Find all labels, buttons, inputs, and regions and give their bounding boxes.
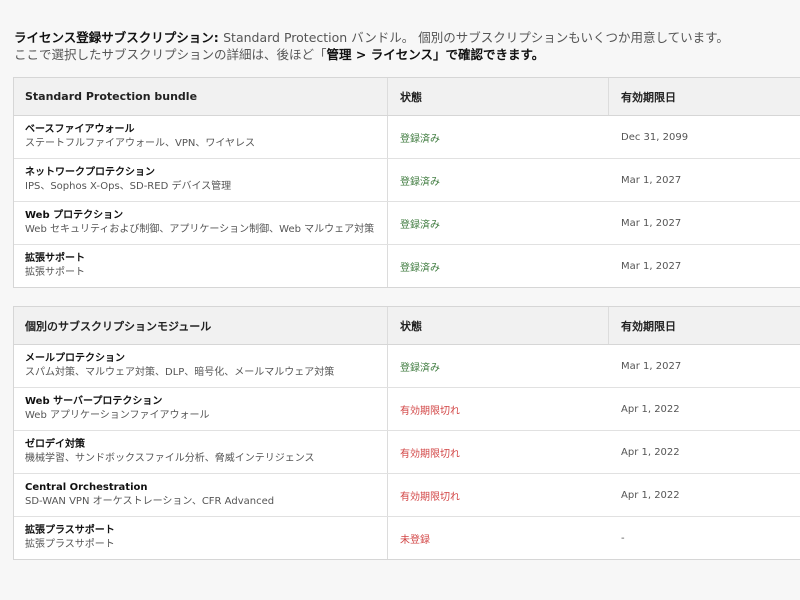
intro-title: ライセンス登録サブスクリプション [14, 30, 214, 45]
status-badge: 登録済み [400, 262, 440, 274]
subscription-name: メールプロテクション [25, 353, 125, 364]
status-badge: 登録済み [400, 219, 440, 231]
modules-table: 個別のサブスクリプションモジュール 状態 有効期限日 メールプロテクションスパム… [13, 306, 800, 560]
table-row: 拡張プラスサポート 拡張プラスサポート 未登録 - [14, 517, 800, 559]
table-row: メールプロテクションスパム対策、マルウェア対策、DLP、暗号化、メールマルウェア… [14, 345, 800, 388]
expiry-date: Apr 1, 2022 [621, 446, 680, 458]
subscription-desc: スパム対策、マルウェア対策、DLP、暗号化、メールマルウェア対策 [25, 367, 335, 378]
table-row: ネットワークプロテクション IPS、Sophos X-Ops、SD-RED デバイ… [14, 159, 800, 202]
table-row: 拡張サポート 拡張サポート 登録済み Mar 1, 2027 [14, 245, 800, 287]
subscription-desc: 機械学習、サンドボックスファイル分析、脅威インテリジェンス [25, 453, 315, 464]
expiry-date: Mar 1, 2027 [621, 360, 682, 372]
bundle-table: Standard Protection bundle 状態 有効期限日 ベースフ… [13, 77, 800, 288]
subscription-name: Web プロテクション [25, 210, 124, 221]
table-row: ベースファイアウォールステートフルファイアウォール、VPN、ワイヤレス 登録済み… [14, 116, 800, 159]
subscription-name: 拡張プラスサポート [25, 525, 115, 536]
intro-text-1: Standard Protection バンドル。 個別のサブスクリプションもい… [223, 30, 729, 45]
expiry-date: Apr 1, 2022 [621, 403, 680, 415]
table-row: ゼロデイ対策機械学習、サンドボックスファイル分析、脅威インテリジェンス 有効期限… [14, 431, 800, 474]
table-row: Central Orchestration SD-WAN VPN オーケストレーシ… [14, 474, 800, 517]
status-badge: 登録済み [400, 362, 440, 374]
status-badge: 有効期限切れ [400, 405, 460, 417]
status-badge: 未登録 [400, 534, 430, 546]
status-badge: 有効期限切れ [400, 448, 460, 460]
status-badge: 登録済み [400, 176, 440, 188]
table-row: Web サーバープロテクション Web アプリケーションファイアウォール 有効期限… [14, 388, 800, 431]
modules-table-header: 個別のサブスクリプションモジュール 状態 有効期限日 [14, 307, 800, 345]
subscription-desc: SD-WAN VPN オーケストレーション、CFR Advanced [25, 496, 275, 507]
subscription-desc: IPS、Sophos X-Ops、SD-RED デバイス管理 [25, 181, 232, 192]
intro-line-1: ライセンス登録サブスクリプション: Standard Protection バン… [14, 30, 729, 45]
expiry-date: - [621, 532, 625, 544]
subscription-name: ネットワークプロテクション [25, 167, 155, 178]
bundle-status-header: 状態 [388, 78, 609, 115]
modules-name-header: 個別のサブスクリプションモジュール [14, 307, 388, 344]
expiry-date: Apr 1, 2022 [621, 489, 680, 501]
intro-line-2: ここで選択したサブスクリプションの詳細は、後ほど「管理 > ライセンス」で確認で… [14, 47, 545, 62]
table-row: Web プロテクション Web セキュリティおよび制御、アプリケーション制御、We… [14, 202, 800, 245]
subscription-desc: Web セキュリティおよび制御、アプリケーション制御、Web マルウェア対策 [25, 224, 375, 235]
expiry-date: Dec 31, 2099 [621, 131, 689, 143]
intro-text: ライセンス登録サブスクリプション: Standard Protection バン… [14, 29, 794, 63]
subscription-desc: 拡張サポート [25, 267, 85, 278]
subscription-name: 拡張サポート [25, 253, 85, 264]
status-badge: 有効期限切れ [400, 491, 460, 503]
expiry-date: Mar 1, 2027 [621, 260, 682, 272]
expiry-date: Mar 1, 2027 [621, 174, 682, 186]
subscription-name: ベースファイアウォール [25, 124, 135, 135]
subscription-desc: Web アプリケーションファイアウォール [25, 410, 210, 421]
subscription-desc: 拡張プラスサポート [25, 539, 115, 550]
status-badge: 登録済み [400, 133, 440, 145]
bundle-expiry-header: 有効期限日 [621, 90, 676, 104]
subscription-desc: ステートフルファイアウォール、VPN、ワイヤレス [25, 138, 256, 149]
subscription-name: ゼロデイ対策 [25, 439, 85, 450]
intro-path: 管理 > ライセンス [326, 47, 433, 62]
modules-status-header: 状態 [388, 307, 609, 344]
modules-expiry-header: 有効期限日 [621, 319, 676, 333]
subscription-name: Web サーバープロテクション [25, 396, 163, 407]
bundle-table-header: Standard Protection bundle 状態 有効期限日 [14, 78, 800, 116]
subscription-name: Central Orchestration [25, 482, 148, 493]
bundle-name-header: Standard Protection bundle [14, 78, 388, 115]
expiry-date: Mar 1, 2027 [621, 217, 682, 229]
